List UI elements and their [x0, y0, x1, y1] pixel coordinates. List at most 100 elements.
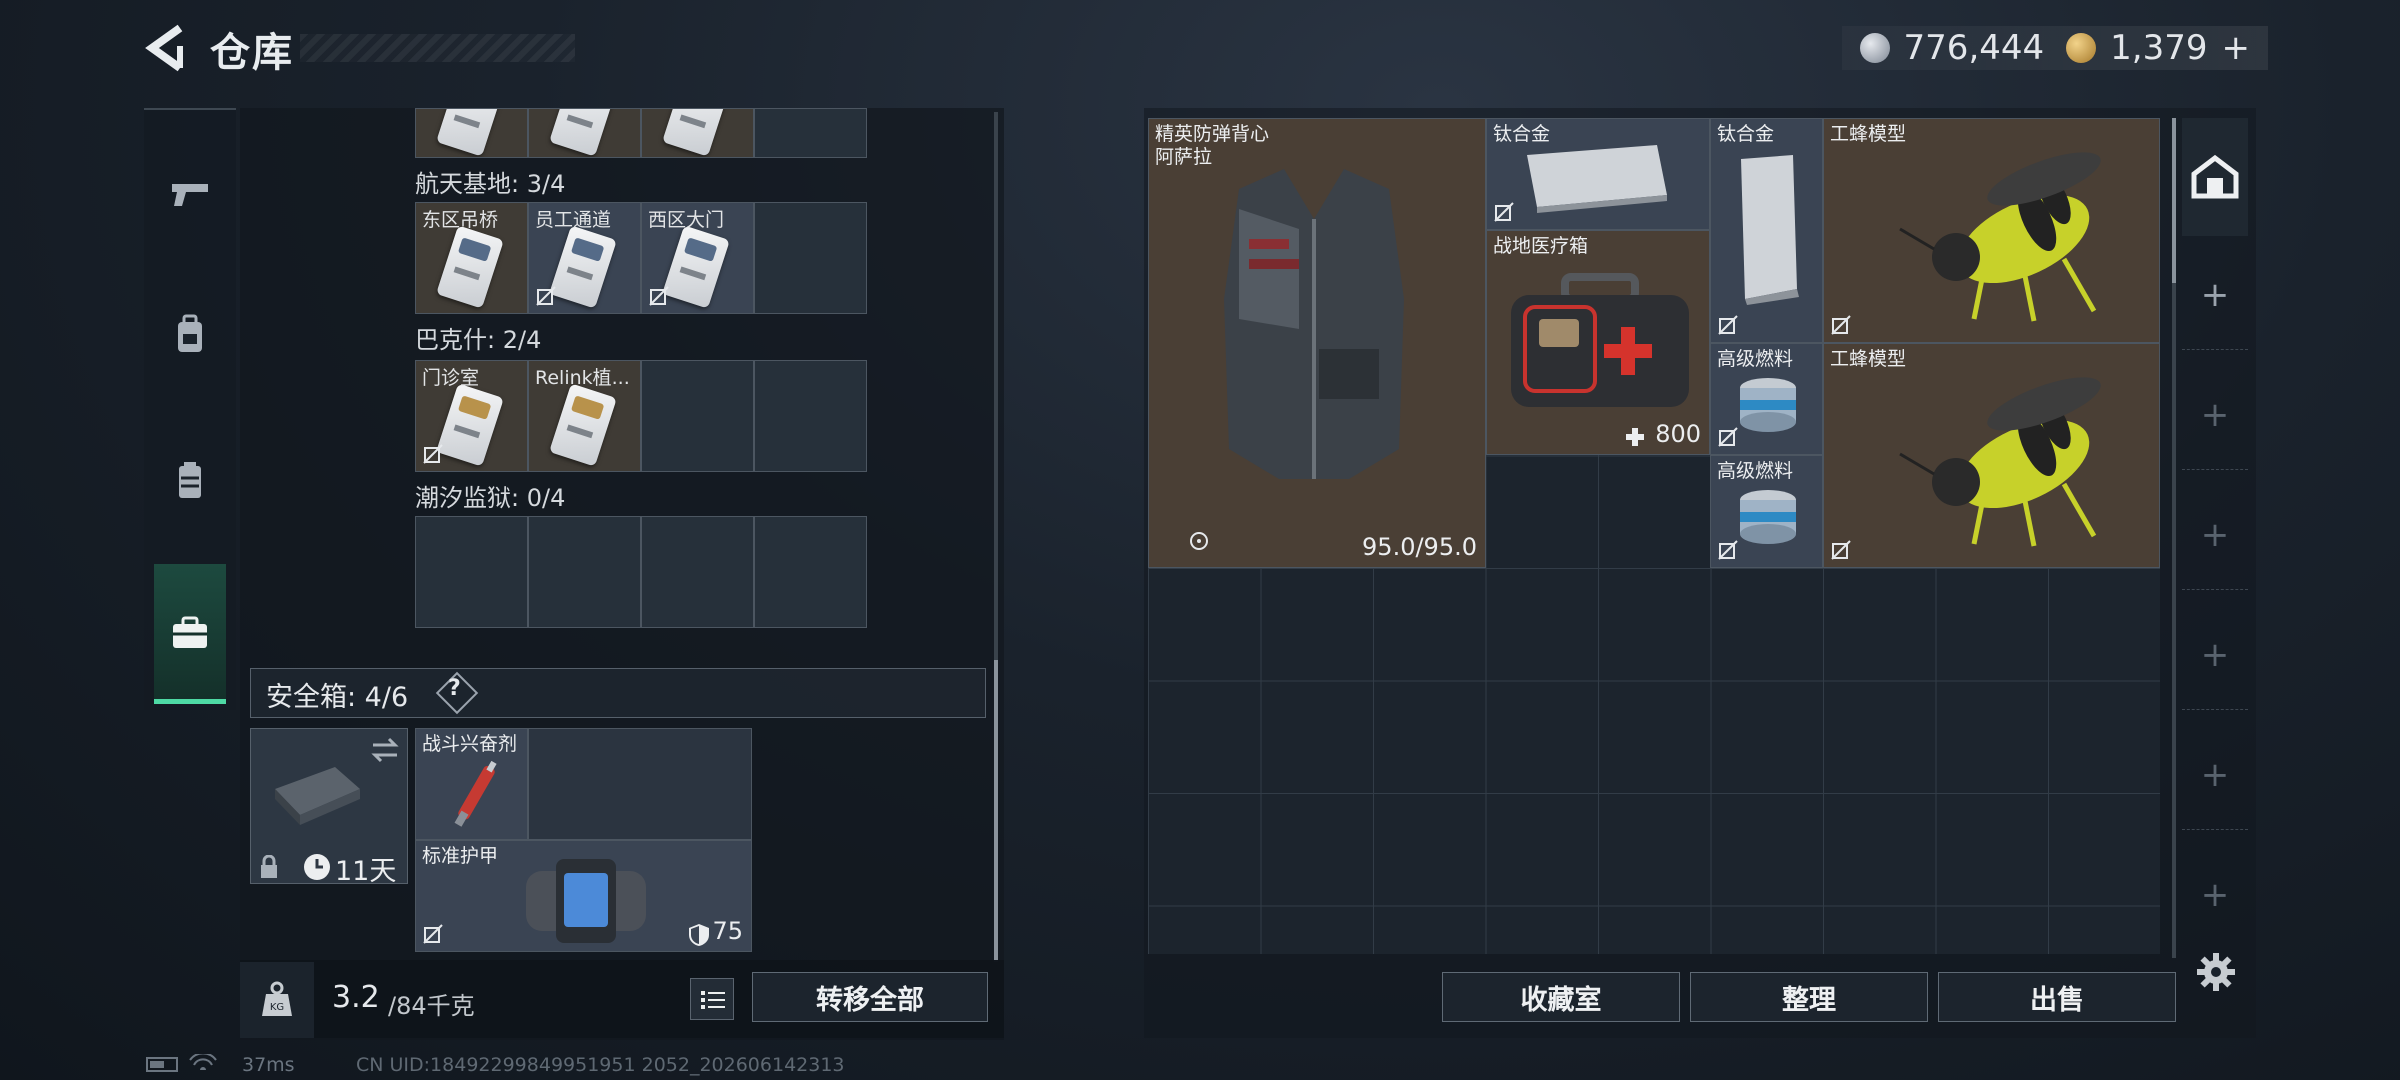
tab-weapons[interactable]: [144, 124, 236, 264]
locked-page-slot[interactable]: +: [2182, 480, 2248, 590]
empty-slot[interactable]: [754, 516, 867, 628]
bee-model-icon: [1899, 152, 2101, 322]
gear-icon: [2197, 953, 2235, 991]
user-uid: CN UID:18492299849951951 2052_2026061423…: [356, 1054, 845, 1076]
weight-lock-button[interactable]: KG: [240, 962, 314, 1038]
toolbox-icon: [173, 616, 207, 648]
keycard-slot[interactable]: 员工通道: [528, 202, 641, 314]
silver-currency-value: 776,444: [1903, 28, 2045, 68]
keycard-icon: [436, 225, 504, 309]
keycard-icon: [436, 109, 504, 157]
section-label-space-base: 航天基地: 3/4: [415, 170, 566, 198]
safebox-case-slot[interactable]: 11天: [250, 728, 408, 887]
keycard-slot[interactable]: [528, 108, 641, 158]
item-label: 战地医疗箱: [1493, 235, 1589, 257]
help-button[interactable]: ?: [448, 676, 461, 701]
no-drop-icon: [423, 444, 443, 464]
back-button[interactable]: [142, 22, 192, 74]
armor-durability: 75: [712, 917, 743, 945]
locked-page-slot[interactable]: +: [2182, 840, 2248, 950]
locked-page-slot[interactable]: +: [2182, 600, 2248, 710]
svg-text:KG: KG: [270, 1002, 284, 1013]
battery-wifi-icon: [146, 1052, 217, 1072]
item-elite-vest[interactable]: 精英防弹背心 阿萨拉 95.0/95.0: [1148, 118, 1486, 568]
item-field-medkit[interactable]: 战地医疗箱 800: [1486, 230, 1710, 455]
item-advanced-fuel[interactable]: 高级燃料: [1710, 343, 1823, 455]
gold-coin-icon: [2066, 33, 2097, 63]
keycard-slot[interactable]: [415, 108, 528, 158]
crosshair-icon: [1190, 532, 1208, 550]
lock-icon: [261, 855, 277, 878]
vest-item-icon: [1224, 169, 1404, 479]
currency-bar: 776,444 1,379 +: [1841, 26, 2268, 70]
keycard-label: 东区吊桥: [422, 209, 499, 231]
weight-current: 3.2: [332, 980, 380, 1015]
keycard-slot[interactable]: 西区大门: [641, 202, 754, 314]
item-bee-model[interactable]: 工蜂模型: [1823, 118, 2160, 343]
empty-slot[interactable]: [415, 516, 528, 628]
sort-button[interactable]: 整理: [1690, 972, 1928, 1022]
metal-plate-icon: [1527, 145, 1667, 213]
add-warehouse-page-button[interactable]: +: [2182, 240, 2248, 350]
empty-slot[interactable]: [528, 516, 641, 628]
keycard-slot[interactable]: 门诊室: [415, 360, 528, 472]
add-currency-button[interactable]: +: [2222, 28, 2251, 68]
no-drop-icon: [1718, 315, 1738, 335]
tab-armor-rig[interactable]: [144, 410, 236, 550]
weight-max: /84千克: [388, 992, 475, 1020]
swap-icon[interactable]: [369, 735, 401, 765]
keycard-slot[interactable]: Relink植...: [528, 360, 641, 472]
syringe-icon: [454, 760, 497, 827]
collection-room-button[interactable]: 收藏室: [1442, 972, 1680, 1022]
keycard-label: 门诊室: [422, 367, 480, 389]
keycard-slot[interactable]: 东区吊桥: [415, 202, 528, 314]
tab-safebox[interactable]: [154, 564, 226, 704]
list-view-button[interactable]: [690, 978, 734, 1020]
keycard-slot[interactable]: [641, 108, 754, 158]
vest-durability: 95.0/95.0: [1362, 533, 1477, 561]
empty-slot[interactable]: [641, 516, 754, 628]
device-status: [146, 1052, 230, 1079]
item-label: 钛合金: [1493, 123, 1551, 145]
empty-slot[interactable]: [528, 728, 752, 840]
keycard-icon: [662, 109, 730, 157]
transfer-all-button[interactable]: 转移全部: [752, 972, 988, 1022]
item-titanium-alloy[interactable]: 钛合金: [1486, 118, 1710, 230]
item-titanium-alloy[interactable]: 钛合金: [1710, 118, 1823, 343]
item-standard-armor[interactable]: 标准护甲 75: [415, 840, 752, 952]
chevron-left-icon: [145, 24, 183, 72]
list-icon: [701, 991, 725, 1009]
keycard-row-partial: [415, 108, 867, 158]
shield-icon: [689, 924, 709, 946]
left-category-nav: [144, 108, 236, 710]
bee-model-icon: [1899, 377, 2101, 547]
no-drop-icon: [1831, 315, 1851, 335]
keycard-icon: [662, 225, 730, 309]
keycard-icon: [549, 109, 617, 157]
keycard-row-bakhsh: 门诊室 Relink植...: [415, 360, 867, 472]
tab-backpack[interactable]: [144, 264, 236, 404]
item-label: 标准护甲: [422, 845, 499, 867]
locked-page-slot[interactable]: +: [2182, 360, 2248, 470]
sell-button[interactable]: 出售: [1938, 972, 2176, 1022]
heal-plus-icon: [1626, 428, 1644, 446]
empty-slot[interactable]: [754, 108, 867, 158]
item-advanced-fuel[interactable]: 高级燃料: [1710, 455, 1823, 568]
settings-button[interactable]: [2196, 952, 2236, 992]
empty-slot[interactable]: [641, 360, 754, 472]
right-scrollbar-thumb[interactable]: [2172, 118, 2176, 283]
item-bee-model[interactable]: 工蜂模型: [1823, 343, 2160, 568]
silver-coin-icon: [1859, 33, 1890, 63]
empty-slot[interactable]: [754, 202, 867, 314]
locked-page-slot[interactable]: +: [2182, 720, 2248, 830]
left-scrollbar-thumb[interactable]: [994, 660, 998, 960]
empty-slot[interactable]: [754, 360, 867, 472]
fuel-can-icon: [1740, 490, 1796, 544]
item-label: 战斗兴奋剂: [422, 733, 518, 755]
page-title: 仓库: [210, 30, 294, 76]
warehouse-icon: [2191, 154, 2239, 199]
warehouse-page-tab-active[interactable]: [2182, 118, 2248, 236]
no-drop-icon: [423, 924, 443, 944]
item-combat-stimulant[interactable]: 战斗兴奋剂: [415, 728, 528, 840]
metal-plate-icon: [1741, 155, 1799, 305]
